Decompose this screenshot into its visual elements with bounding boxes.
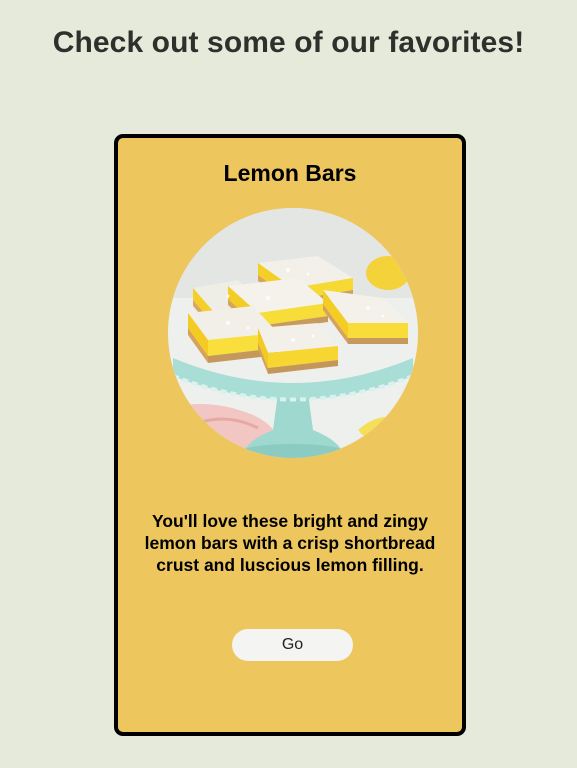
recipe-card: Lemon Bars You'll love these bright and … [114,134,466,736]
lemon-bars-photo [168,208,418,458]
page-heading: Check out some of our favorites! [52,26,525,59]
card-title: Lemon Bars [223,160,357,186]
go-button[interactable]: Go [232,629,353,661]
page: Check out some of our favorites! Lemon B… [0,0,577,768]
card-description: You'll love these bright and zingy lemon… [144,511,436,575]
